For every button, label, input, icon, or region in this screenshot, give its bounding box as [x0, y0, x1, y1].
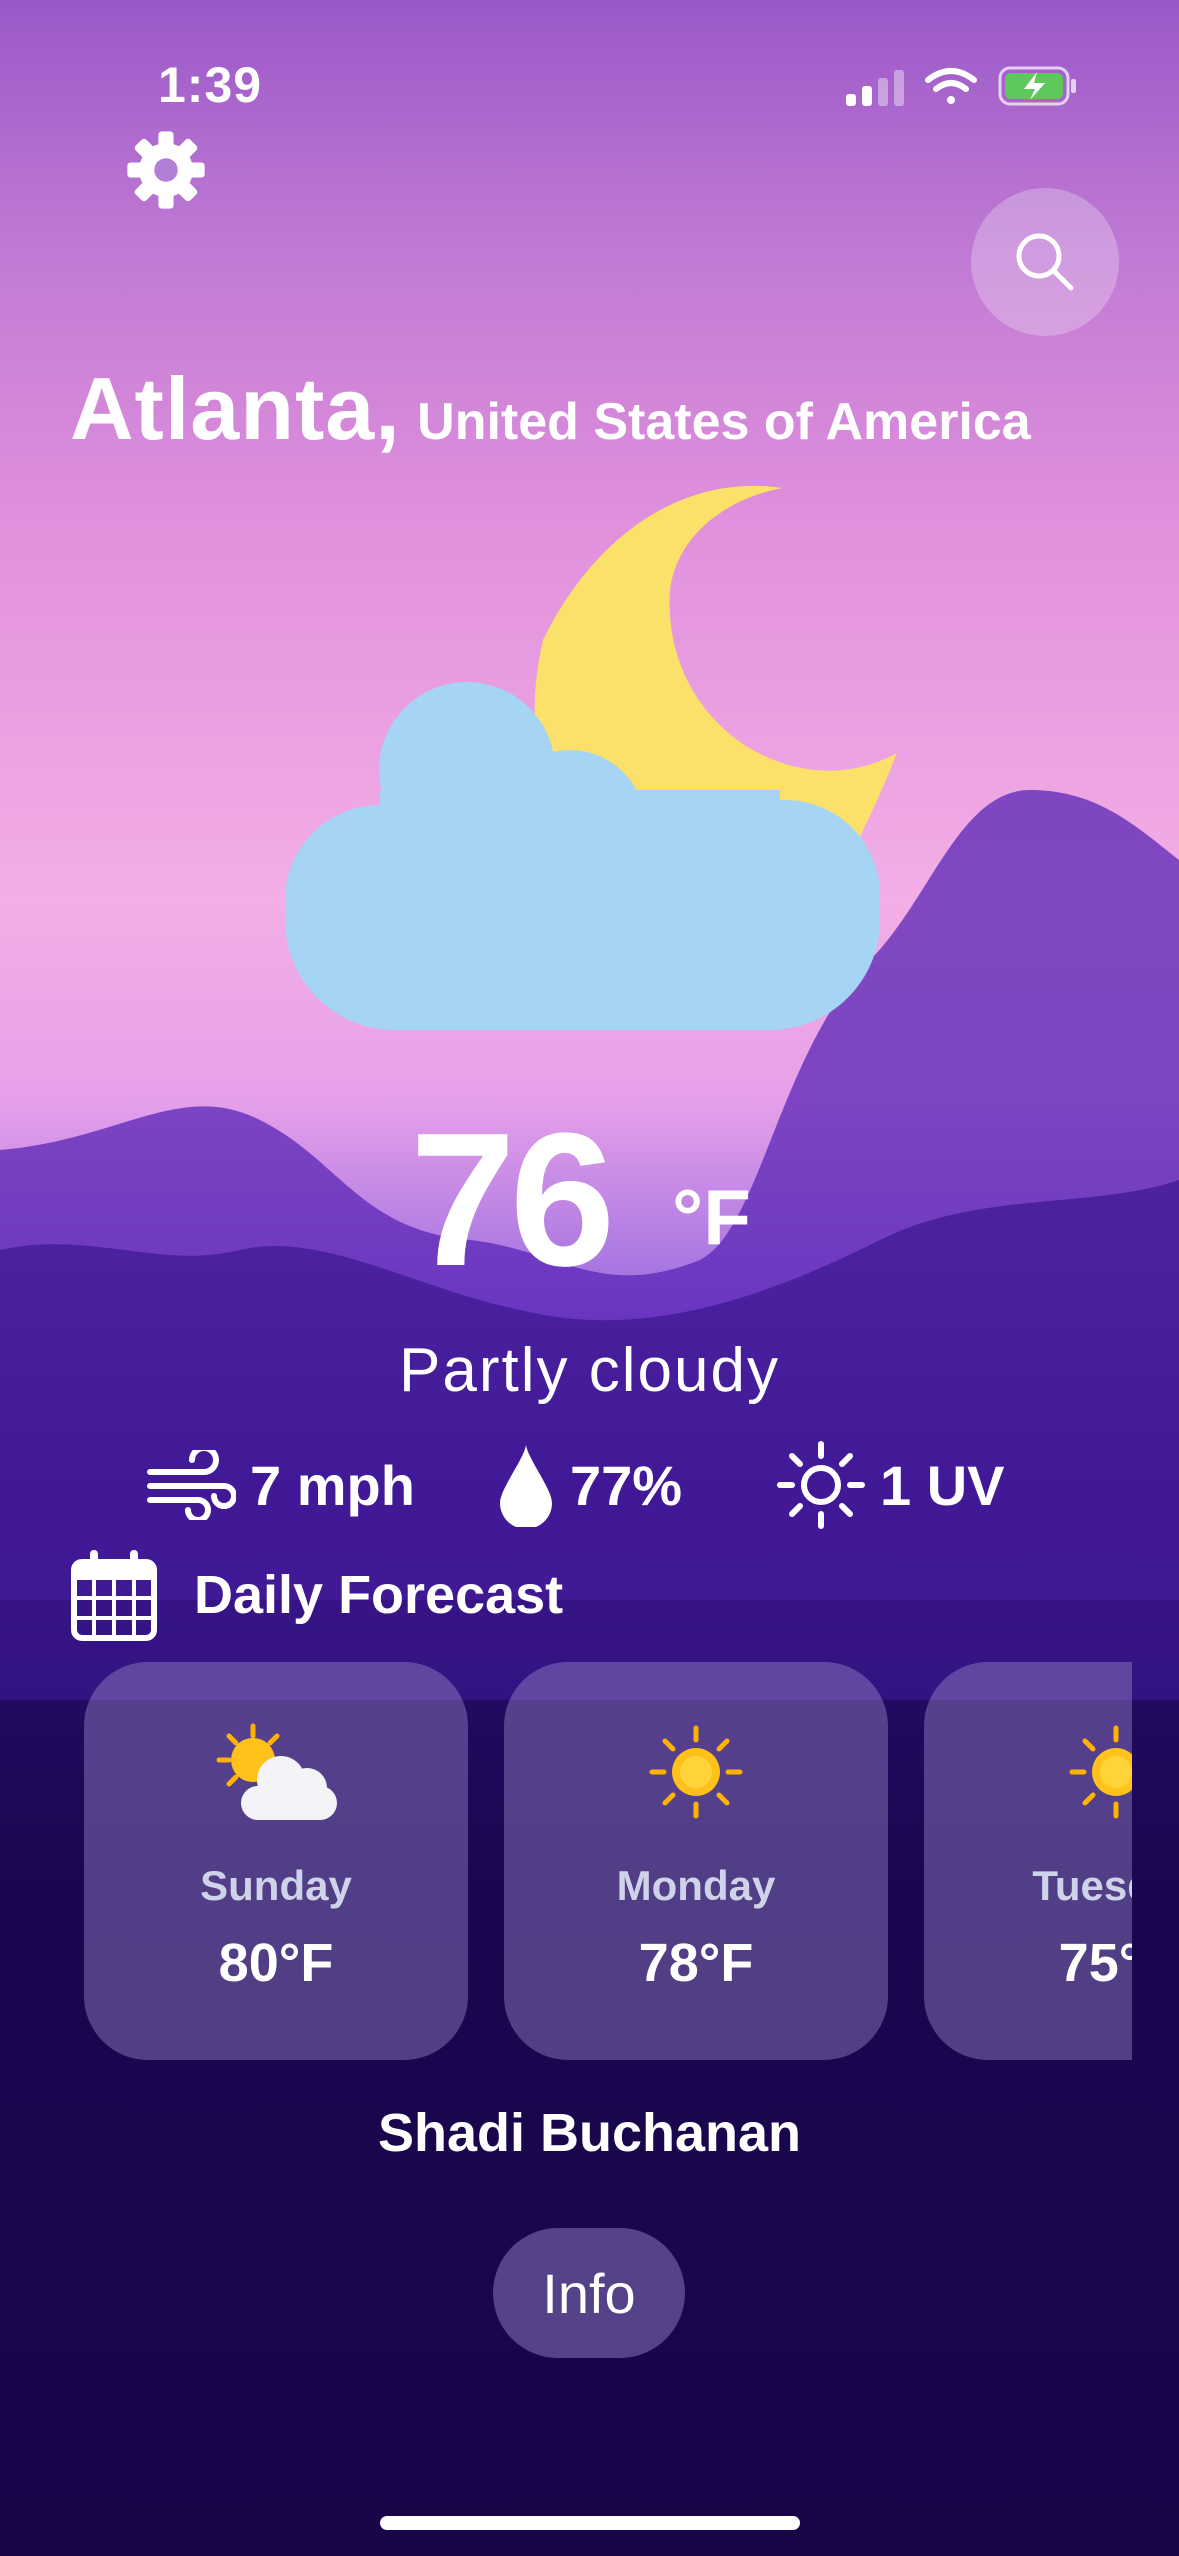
sun-outline-icon	[777, 1441, 865, 1529]
status-time: 1:39	[158, 57, 263, 113]
water-drop-icon	[500, 1445, 552, 1527]
current-temperature: 76	[410, 1094, 615, 1306]
calendar-icon	[71, 1550, 157, 1641]
country-name: United States of America	[417, 393, 1031, 451]
daily-forecast-title: Daily Forecast	[194, 1565, 564, 1625]
status-icons	[846, 66, 1076, 106]
wifi-icon	[925, 68, 977, 104]
sun-cloud-icon	[216, 1723, 337, 1820]
wind-value: 7 mph	[250, 1453, 415, 1517]
forecast-carousel[interactable]: Sunday 80°F Monday 78°F Tues 75°	[84, 1662, 1132, 2062]
info-button[interactable]: Info	[493, 2228, 685, 2358]
forecast-temp: 80°F	[218, 1933, 334, 1993]
uv-value: 1 UV	[880, 1453, 1005, 1517]
weather-condition: Partly cloudy	[399, 1336, 780, 1405]
sun-icon	[649, 1725, 743, 1819]
search-icon	[1016, 233, 1074, 291]
humidity-stat: 77%	[496, 1440, 682, 1530]
forecast-card[interactable]: Sunday 80°F	[84, 1662, 468, 2060]
sun-icon	[1069, 1725, 1132, 1819]
city-name: Atlanta,	[70, 359, 401, 458]
forecast-day: Monday	[616, 1862, 776, 1909]
gear-icon[interactable]	[124, 128, 208, 212]
forecast-temp: 75°F	[1058, 1933, 1132, 1993]
forecast-day: Tuesday	[1032, 1862, 1132, 1909]
humidity-value: 77%	[570, 1453, 683, 1517]
cellular-signal-icon	[846, 70, 904, 106]
forecast-day: Sunday	[200, 1862, 352, 1909]
temperature-unit: °F	[672, 1173, 751, 1261]
wind-stat: 7 mph	[146, 1440, 415, 1530]
search-button[interactable]	[971, 188, 1119, 336]
moon-cloud-icon	[285, 485, 897, 1030]
location-title: Atlanta, United States of America	[70, 358, 1031, 460]
forecast-card[interactable]: Monday 78°F	[504, 1662, 888, 2060]
forecast-card[interactable]: Tuesday 75°F	[924, 1662, 1132, 2060]
uv-stat: 1 UV	[776, 1440, 1005, 1530]
home-indicator[interactable]	[380, 2516, 800, 2530]
author-name: Shadi Buchanan	[377, 2103, 802, 2163]
battery-charging-icon	[998, 66, 1076, 106]
forecast-temp: 78°F	[638, 1933, 754, 1993]
wind-icon	[147, 1450, 236, 1520]
